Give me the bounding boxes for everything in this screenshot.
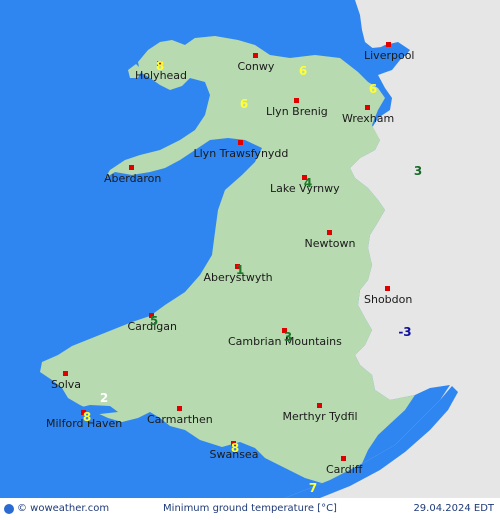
temperature-value: 7	[308, 481, 318, 495]
map-date: 29.04.2024 EDT	[413, 503, 494, 514]
city-label: Carmarthen	[147, 413, 213, 426]
city-dot	[327, 230, 332, 235]
temperature-value: 2	[99, 391, 109, 405]
city-dot	[386, 42, 391, 47]
temperature-value: -3	[398, 325, 412, 339]
city-dot	[341, 456, 346, 461]
city-dot	[385, 286, 390, 291]
temperature-value: 6	[298, 64, 308, 78]
city-label: Merthyr Tydfil	[282, 410, 358, 423]
city-label: Llyn Trawsfynydd	[193, 147, 289, 160]
temperature-value: 8	[230, 441, 240, 455]
city-label: Wrexham	[342, 112, 395, 125]
city-label: Cardiff	[326, 463, 363, 476]
temperature-value: 1	[235, 263, 245, 277]
city-dot	[365, 105, 370, 110]
temperature-value: 6	[239, 97, 249, 111]
temperature-value: 5	[149, 314, 159, 328]
temperature-value: 8	[155, 59, 165, 73]
city-dot	[177, 406, 182, 411]
weather-map[interactable]: Holyhead Conwy Liverpool Llyn Brenig Wrexham…	[0, 0, 500, 498]
city-label: Liverpool	[364, 49, 415, 62]
temperature-value: 8	[82, 410, 92, 424]
footer-bar: © woweather.com Minimum ground temperatu…	[0, 498, 500, 520]
city-dot	[238, 140, 243, 145]
city-label: Aberdaron	[104, 172, 162, 185]
city-dot	[129, 165, 134, 170]
city-dot	[294, 98, 299, 103]
city-dot	[253, 53, 258, 58]
city-label: Llyn Brenig	[266, 105, 328, 118]
city-label: Shobdon	[364, 293, 413, 306]
city-label: Conwy	[237, 60, 275, 73]
city-label: Newtown	[304, 237, 356, 250]
city-dot	[63, 371, 68, 376]
temperature-value: 6	[368, 82, 378, 96]
temperature-value: 3	[283, 330, 293, 344]
city-label: Solva	[51, 378, 82, 391]
temperature-value: 4	[303, 176, 313, 190]
temperature-value: 3	[413, 164, 423, 178]
city-dot	[317, 403, 322, 408]
